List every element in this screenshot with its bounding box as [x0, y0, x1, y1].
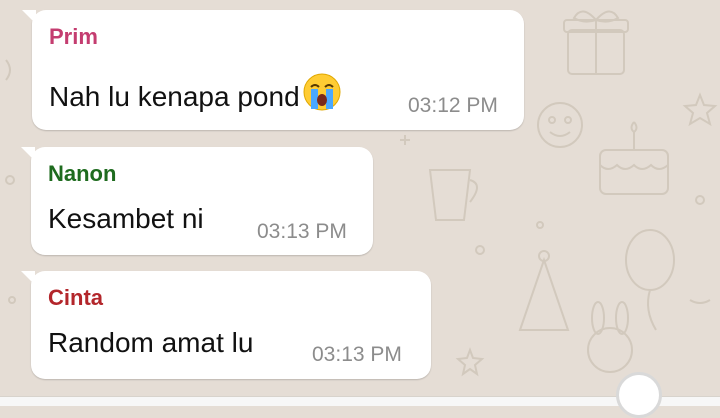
bubble-tail	[21, 147, 35, 161]
chat-message-list[interactable]: Prim Nah lu kenapa pond 03:12 PM Nanon K…	[0, 0, 720, 405]
message-text: Nah lu kenapa pond	[49, 72, 342, 119]
message-text: Kesambet ni	[48, 203, 204, 234]
bubble-tail	[21, 271, 35, 285]
bubble-tail	[22, 10, 36, 24]
message-timestamp: 03:13 PM	[257, 220, 347, 243]
message-timestamp: 03:12 PM	[408, 94, 498, 117]
message-bubble[interactable]: Cinta Random amat lu 03:13 PM	[21, 271, 431, 379]
message-text: Random amat lu	[48, 327, 254, 358]
message-text-content: Nah lu kenapa pond	[49, 81, 300, 112]
message-sender[interactable]: Cinta	[48, 285, 103, 311]
message-bubble[interactable]: Nanon Kesambet ni 03:13 PM	[21, 147, 373, 255]
message-sender[interactable]: Nanon	[48, 161, 116, 187]
message-timestamp: 03:13 PM	[312, 343, 402, 366]
scroll-down-button[interactable]	[616, 372, 662, 418]
message-bubble[interactable]: Prim Nah lu kenapa pond 03:12 PM	[22, 10, 524, 130]
loudly-crying-face-emoji-icon	[302, 72, 342, 119]
message-sender[interactable]: Prim	[49, 24, 98, 50]
